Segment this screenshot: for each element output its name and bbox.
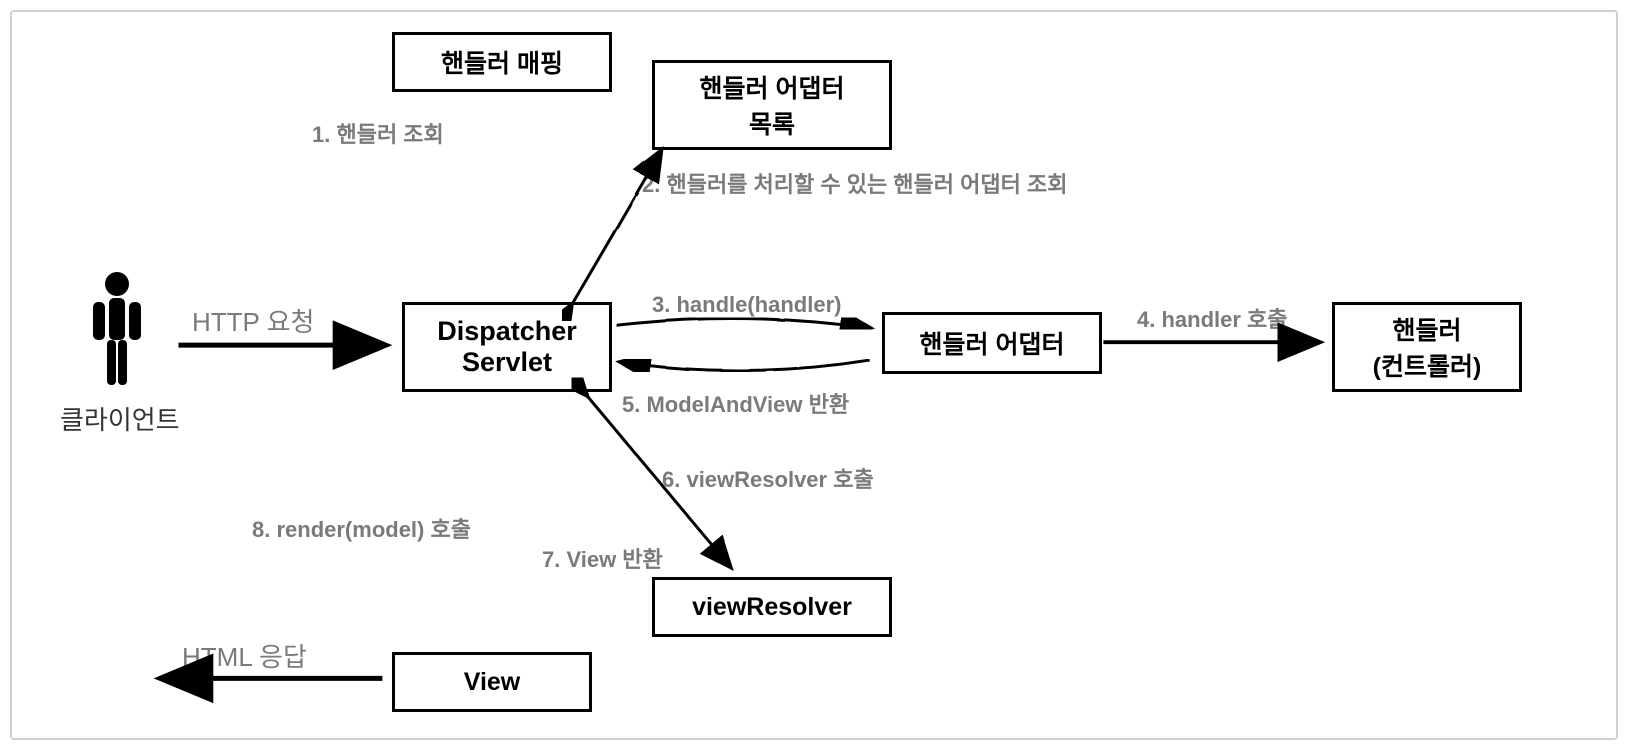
label-step8: 8. render(model) 호출	[252, 512, 471, 544]
box-handler-mapping-text: 핸들러 매핑	[441, 44, 563, 80]
box-dispatcher-text: Dispatcher Servlet	[437, 316, 577, 378]
client-label: 클라이언트	[60, 400, 180, 437]
box-handler-adapter-list-text: 핸들러 어댑터 목록	[700, 69, 845, 141]
box-handler-adapter-list: 핸들러 어댑터 목록	[652, 60, 892, 150]
diagram-frame: 클라이언트 핸들러 매핑 핸들러 어댑터 목록 Dispatcher Servl…	[10, 10, 1618, 740]
box-view-resolver-text: viewResolver	[692, 593, 852, 622]
box-view: View	[392, 652, 592, 712]
box-view-resolver: viewResolver	[652, 577, 892, 637]
label-step6: 6. viewResolver 호출	[662, 462, 874, 494]
box-handler-adapter-text: 핸들러 어댑터	[920, 325, 1065, 361]
label-step1: 1. 핸들러 조회	[312, 117, 444, 149]
box-dispatcher-servlet: Dispatcher Servlet	[402, 302, 612, 392]
label-step3: 3. handle(handler)	[652, 292, 841, 318]
person-icon	[87, 270, 147, 395]
box-handler-mapping: 핸들러 매핑	[392, 32, 612, 92]
box-handler-adapter: 핸들러 어댑터	[882, 312, 1102, 374]
box-view-text: View	[464, 668, 521, 697]
label-step7: 7. View 반환	[542, 542, 663, 574]
box-handler-controller: 핸들러 (컨트롤러)	[1332, 302, 1522, 392]
label-step2: 2. 핸들러를 처리할 수 있는 핸들러 어댑터 조회	[642, 167, 1067, 199]
label-step4: 4. handler 호출	[1137, 302, 1288, 334]
box-handler-controller-text: 핸들러 (컨트롤러)	[1373, 311, 1482, 383]
label-html-response: HTML 응답	[182, 637, 307, 674]
label-step5: 5. ModelAndView 반환	[622, 387, 849, 419]
label-http-request: HTTP 요청	[192, 302, 314, 339]
